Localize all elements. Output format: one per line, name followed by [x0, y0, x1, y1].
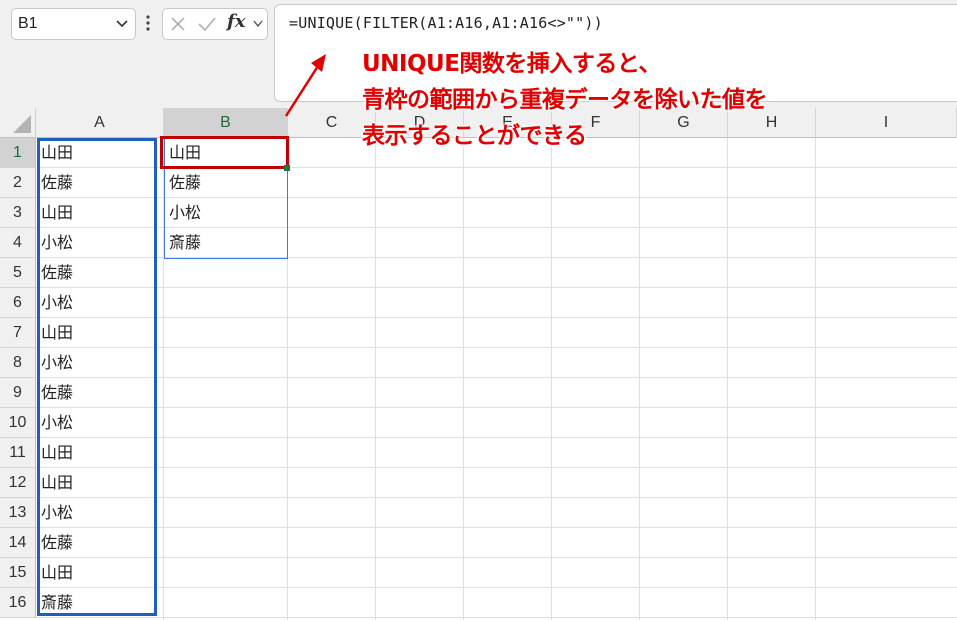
row-header-5[interactable]: 5	[0, 258, 36, 288]
check-icon[interactable]	[197, 15, 217, 33]
annotation-line-1: UNIQUE関数を挿入すると、	[362, 51, 662, 77]
row-header-4[interactable]: 4	[0, 228, 36, 258]
grid-row-line	[36, 527, 957, 528]
annotation-line-2: 青枠の範囲から重複データを除いた値を	[362, 87, 768, 113]
row-header-6[interactable]: 6	[0, 288, 36, 318]
name-box-value: B1	[18, 15, 38, 32]
row-header-12[interactable]: 12	[0, 468, 36, 498]
chevron-down-icon[interactable]	[115, 16, 129, 30]
chevron-down-icon[interactable]	[253, 18, 263, 30]
more-options-icon[interactable]	[145, 12, 151, 34]
column-header-a[interactable]: A	[36, 108, 164, 138]
active-cell-highlight	[160, 136, 289, 169]
formula-controls: fx	[162, 8, 268, 40]
row-header-10[interactable]: 10	[0, 408, 36, 438]
grid-row-line	[36, 617, 957, 618]
x-icon[interactable]	[169, 15, 187, 33]
row-header-14[interactable]: 14	[0, 528, 36, 558]
grid-row-line	[36, 317, 957, 318]
grid-row-line	[36, 407, 957, 408]
grid-column-line	[551, 138, 552, 620]
column-header-b[interactable]: B	[164, 108, 288, 138]
grid-row-line	[36, 587, 957, 588]
grid-row-line	[36, 377, 957, 378]
grid-row-line	[36, 497, 957, 498]
grid-column-line	[815, 138, 816, 620]
grid-column-line	[375, 138, 376, 620]
grid-column-line	[463, 138, 464, 620]
grid-row-line	[36, 557, 957, 558]
select-all-button[interactable]	[0, 108, 36, 138]
grid-column-line	[727, 138, 728, 620]
insert-function-button[interactable]: fx	[227, 11, 245, 32]
name-box[interactable]: B1	[11, 8, 136, 40]
annotation-callout: UNIQUE関数を挿入すると、 青枠の範囲から重複データを除いた値を 表示するこ…	[362, 46, 922, 154]
row-header-1[interactable]: 1	[0, 138, 36, 168]
source-range-highlight	[37, 138, 157, 616]
row-header-16[interactable]: 16	[0, 588, 36, 618]
row-header-7[interactable]: 7	[0, 318, 36, 348]
grid-row-line	[36, 287, 957, 288]
grid-column-line	[639, 138, 640, 620]
grid-row-line	[36, 467, 957, 468]
row-header-11[interactable]: 11	[0, 438, 36, 468]
grid-row-line	[36, 437, 957, 438]
formula-text: =UNIQUE(FILTER(A1:A16,A1:A16<>""))	[289, 14, 603, 32]
row-header-2[interactable]: 2	[0, 168, 36, 198]
row-header-9[interactable]: 9	[0, 378, 36, 408]
row-header-8[interactable]: 8	[0, 348, 36, 378]
row-header-13[interactable]: 13	[0, 498, 36, 528]
grid-row-line	[36, 347, 957, 348]
row-header-15[interactable]: 15	[0, 558, 36, 588]
select-all-triangle-icon	[13, 115, 31, 133]
fill-handle[interactable]	[284, 165, 290, 171]
annotation-line-3: 表示することができる	[362, 123, 587, 149]
row-header-3[interactable]: 3	[0, 198, 36, 228]
